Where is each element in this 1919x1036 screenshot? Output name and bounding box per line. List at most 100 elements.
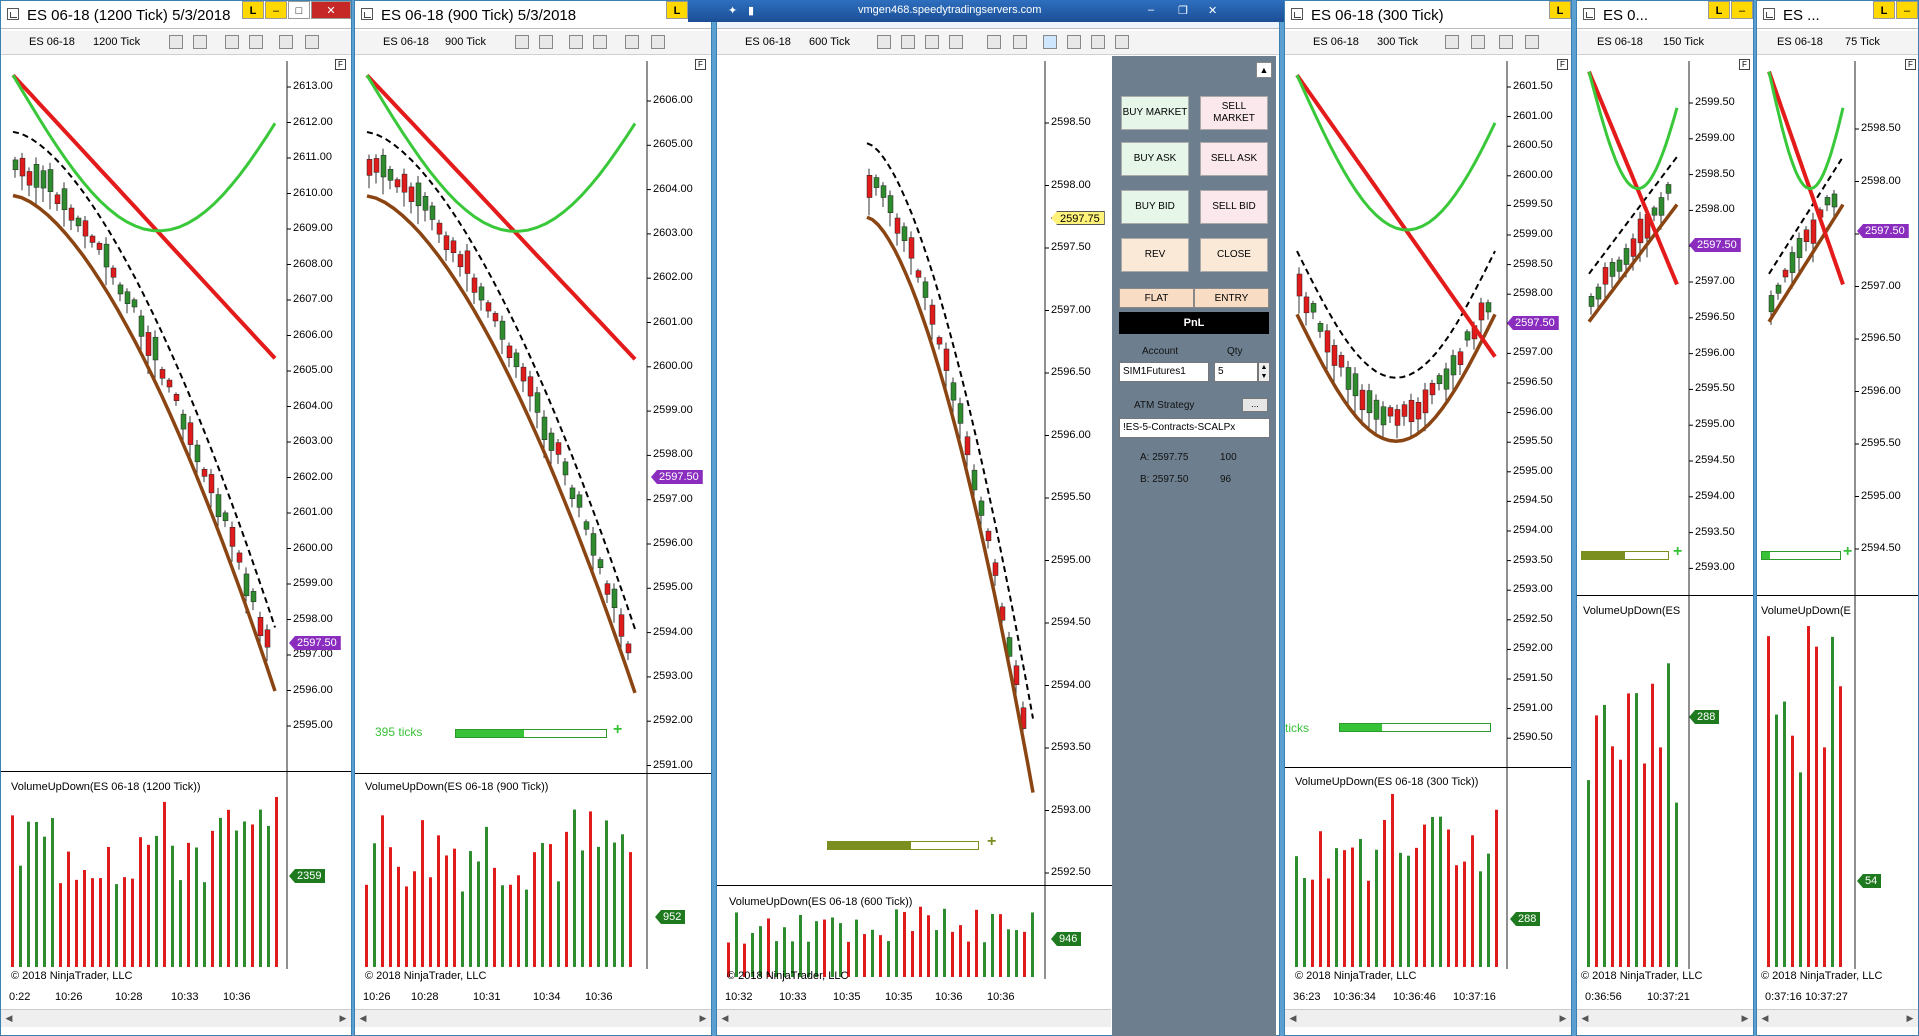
pane-separator[interactable]	[1757, 595, 1918, 596]
scroll-left-icon[interactable]: ◀	[357, 1012, 369, 1024]
sell-bid-button[interactable]: SELL BID	[1200, 190, 1268, 224]
scroll-left-icon[interactable]: ◀	[1759, 1012, 1771, 1024]
scroll-right-icon[interactable]: ▶	[337, 1012, 349, 1024]
candle	[1595, 286, 1602, 300]
volume-badge: 288	[1510, 912, 1541, 926]
candle	[908, 237, 915, 259]
plus-icon[interactable]: +	[1843, 543, 1852, 561]
candle	[548, 432, 555, 451]
candle	[541, 416, 548, 440]
volume-bar	[163, 801, 166, 967]
reverse-button[interactable]: REV	[1121, 238, 1189, 272]
copyright: © 2018 NinjaTrader, LLC	[11, 970, 133, 982]
price-tick-label: 2598.00	[1051, 178, 1091, 191]
bar-progress	[827, 841, 979, 850]
pane-separator[interactable]	[1, 771, 351, 772]
volume-bar	[275, 796, 278, 967]
plus-icon[interactable]: +	[613, 721, 622, 739]
volume-bar	[107, 846, 110, 967]
price-tick-label: 2601.50	[1513, 80, 1553, 92]
volume-bar	[413, 871, 416, 967]
entry-button[interactable]: ENTRY	[1194, 288, 1269, 308]
horizontal-scrollbar[interactable]: ◀ ▶	[355, 1009, 711, 1027]
pane-separator[interactable]	[717, 885, 1113, 886]
pane-separator[interactable]	[1285, 767, 1571, 768]
price-tick-label: 2596.00	[1861, 384, 1901, 397]
candle	[1359, 389, 1366, 411]
candle	[236, 552, 243, 563]
sell-ask-button[interactable]: SELL ASK	[1200, 142, 1268, 176]
horizontal-scrollbar[interactable]: ◀ ▶	[1285, 1009, 1571, 1027]
horizontal-scrollbar[interactable]: ◀ ▶	[1757, 1009, 1918, 1027]
candle	[82, 220, 89, 237]
scroll-left-icon[interactable]: ◀	[1287, 1012, 1299, 1024]
scroll-left-icon[interactable]: ◀	[3, 1012, 15, 1024]
candle	[562, 461, 569, 476]
plus-icon[interactable]: +	[987, 833, 996, 851]
volume-title: VolumeUpDown(ES 06-18 (300 Tick))	[1295, 776, 1479, 788]
atm-more-button[interactable]: ...	[1242, 398, 1268, 412]
scroll-right-icon[interactable]: ▶	[1557, 1012, 1569, 1024]
scroll-left-icon[interactable]: ◀	[719, 1012, 731, 1024]
candle	[506, 345, 513, 359]
time-tick-label: 10:34	[533, 991, 561, 1003]
qty-input[interactable]: 5	[1214, 362, 1258, 382]
scroll-right-icon[interactable]: ▶	[1739, 1012, 1751, 1024]
buy-bid-button[interactable]: BUY BID	[1121, 190, 1189, 224]
horizontal-scrollbar[interactable]: ◀ ▶	[1, 1009, 351, 1027]
lower-band-line	[866, 215, 1035, 793]
qty-stepper[interactable]: ▲ ▼	[1258, 362, 1270, 382]
remote-restore-icon[interactable]: ❐	[1178, 4, 1188, 17]
volume-bar	[767, 918, 770, 977]
volume-bar	[99, 878, 102, 967]
pnl-display: PnL	[1119, 312, 1269, 334]
pin-icon[interactable]: ✦	[728, 4, 737, 17]
horizontal-scrollbar[interactable]: ◀	[717, 1009, 1111, 1027]
price-tick-label: 2595.50	[1513, 435, 1553, 448]
chart-window-75tick: ES ... L – ES 06-18 75 Tick F 2598.50 259…	[1756, 0, 1919, 1036]
collapse-up-icon[interactable]: ▲	[1256, 62, 1272, 78]
volume-badge: 2359	[289, 869, 326, 883]
volume-bar	[1303, 878, 1306, 967]
pane-separator[interactable]	[1577, 595, 1753, 596]
bar-progress	[1339, 723, 1491, 732]
price-tick-label: 2598.50	[1051, 116, 1091, 128]
remote-session-bar[interactable]: ✦ ▮ vmgen468.speedytradingservers.com – …	[688, 0, 1288, 22]
candle	[611, 588, 618, 608]
volume-title: VolumeUpDown(ES 06-18 (600 Tick))	[729, 896, 913, 908]
scroll-left-icon[interactable]: ◀	[1579, 1012, 1591, 1024]
volume-badge: 946	[1051, 932, 1082, 946]
buy-market-button[interactable]: BUY MARKET	[1121, 96, 1189, 130]
buy-ask-button[interactable]: BUY ASK	[1121, 142, 1189, 176]
mid-dashed-line	[12, 130, 276, 628]
candle	[590, 533, 597, 556]
volume-bar	[1643, 763, 1646, 967]
plus-icon[interactable]: +	[1673, 543, 1682, 561]
volume-bar	[1367, 880, 1370, 967]
scroll-right-icon[interactable]: ▶	[697, 1012, 709, 1024]
sell-market-button[interactable]: SELL MARKET	[1200, 96, 1268, 130]
candle	[208, 474, 215, 494]
volume-bar	[365, 884, 368, 967]
flat-button[interactable]: FLAT	[1119, 288, 1194, 308]
price-tick-label: 2605.00	[653, 138, 693, 151]
volume-bar	[517, 875, 520, 967]
volume-bar	[1391, 793, 1394, 967]
share-icon[interactable]	[1115, 35, 1129, 49]
scroll-right-icon[interactable]: ▶	[1904, 1012, 1916, 1024]
volume-bar	[629, 852, 632, 967]
horizontal-scrollbar[interactable]: ◀ ▶	[1577, 1009, 1753, 1027]
remote-minimize-icon[interactable]: –	[1148, 4, 1154, 16]
volume-bar	[549, 844, 552, 967]
pane-separator[interactable]	[355, 773, 711, 774]
volume-bar	[235, 830, 238, 967]
atm-strategy-select[interactable]: !ES-5-Contracts-SCALPx	[1119, 418, 1270, 438]
candle	[124, 291, 131, 304]
remote-close-icon[interactable]: ✕	[1208, 4, 1217, 17]
volume-bar	[533, 852, 536, 967]
close-position-button[interactable]: CLOSE	[1200, 238, 1268, 272]
candle	[1651, 207, 1658, 216]
account-select[interactable]: SIM1Futures1	[1119, 362, 1209, 382]
candle	[915, 270, 922, 278]
last-price-badge: 2597.50	[651, 470, 703, 484]
